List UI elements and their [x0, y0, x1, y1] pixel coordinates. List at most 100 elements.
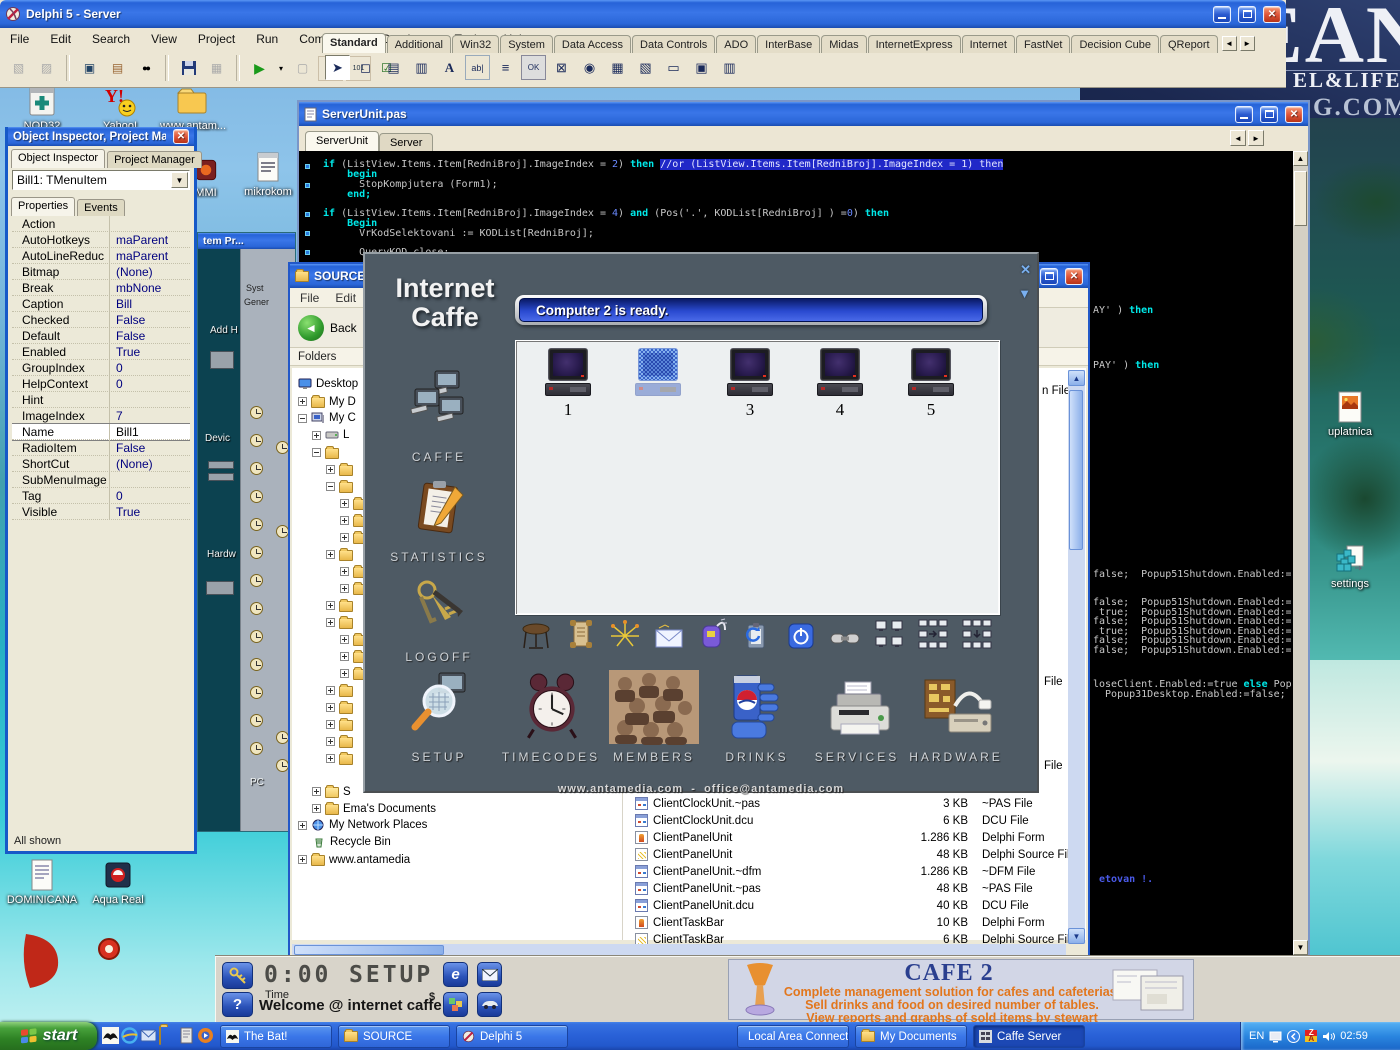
caffe-minimize-icon[interactable]: ▼ [1018, 286, 1031, 301]
property-row[interactable]: AutoLineReducmaParent [12, 248, 190, 264]
property-row[interactable]: Action [12, 216, 190, 232]
tree-item[interactable] [326, 480, 353, 493]
desktop-icon-nod32[interactable]: NOD32 [10, 84, 74, 132]
fragment-titlebar[interactable]: tem Pr... [198, 233, 295, 249]
close-button[interactable] [1285, 106, 1303, 123]
computer-item-4[interactable]: 4 [817, 348, 863, 418]
expand-icon[interactable] [298, 821, 307, 830]
property-row[interactable]: GroupIndex0 [12, 360, 190, 376]
file-row[interactable]: ClientPanelUnit.dcu40 KBDCU File [635, 899, 1029, 912]
toolbar-icon[interactable]: ▧ [6, 56, 31, 81]
tray-clock[interactable]: 02:59 [1340, 1030, 1368, 1042]
computers-group-icon[interactable] [873, 618, 905, 650]
button-icon[interactable]: OK [521, 55, 546, 80]
volume-icon[interactable] [1322, 1030, 1335, 1043]
scroll-up-icon[interactable]: ▲ [1293, 151, 1308, 166]
start-button[interactable]: start [0, 1022, 97, 1050]
scrollbar-thumb[interactable] [1069, 390, 1083, 550]
save-icon[interactable] [176, 56, 201, 81]
copy-icon[interactable]: ▣ [77, 56, 102, 81]
tab-object-inspector[interactable]: Object Inspector [11, 149, 105, 168]
collapse-icon[interactable] [312, 448, 321, 457]
property-row[interactable]: CaptionBill [12, 296, 190, 312]
palette-tab[interactable]: Midas [821, 35, 866, 53]
menu-edit[interactable]: Edit [48, 31, 73, 47]
property-row[interactable]: HelpContext0 [12, 376, 190, 392]
nav-forward-icon[interactable]: ► [1248, 130, 1264, 146]
setup-icon[interactable] [409, 670, 469, 732]
statistics-icon[interactable] [409, 476, 469, 538]
object-selector-combo[interactable]: Bill1: TMenuItem ▼ [12, 170, 190, 190]
scrollbar-icon[interactable]: ▭ [661, 55, 686, 80]
expand-icon[interactable] [326, 618, 335, 627]
back-icon[interactable]: ◄ [298, 315, 324, 341]
property-row[interactable]: Hint [12, 392, 190, 408]
quicklaunch-ie-icon[interactable] [121, 1027, 138, 1044]
combo-dropdown-icon[interactable]: ▼ [171, 172, 188, 188]
menu-view[interactable]: View [149, 31, 179, 47]
pointer-tool-icon[interactable]: ➤ [325, 55, 350, 80]
pause-icon[interactable]: ▢ [290, 56, 315, 81]
desktop-icon-uplatnica[interactable]: uplatnica [1318, 390, 1382, 438]
sidebar-item-logoff[interactable]: LOGOFF [379, 650, 499, 664]
tree-item[interactable] [326, 718, 353, 731]
back-label[interactable]: Back [330, 321, 357, 335]
sidebar-item-caffe[interactable]: CAFFE [379, 450, 499, 464]
tab-project-manager[interactable]: Project Manager [107, 151, 202, 168]
hardware-icon[interactable] [921, 670, 995, 744]
code-scrollbar[interactable]: ▲ ▼ [1293, 151, 1308, 955]
expand-icon[interactable] [326, 720, 335, 729]
run-dropdown-icon[interactable]: ▾ [275, 56, 287, 81]
menu-edit[interactable]: Edit [335, 291, 356, 305]
run-icon[interactable]: ▶ [247, 56, 272, 81]
property-row[interactable]: DefaultFalse [12, 328, 190, 344]
quicklaunch-folder-icon[interactable] [159, 1027, 176, 1044]
quicklaunch-outlook-icon[interactable] [140, 1027, 157, 1044]
tree-item[interactable] [326, 463, 353, 476]
property-row[interactable]: EnabledTrue [12, 344, 190, 360]
file-row[interactable]: ClientClockUnit.dcu6 KBDCU File [635, 814, 1029, 827]
computers-arrange-down-icon[interactable] [961, 618, 993, 650]
taskbar-button-thebat[interactable]: The Bat! [220, 1025, 332, 1048]
expand-icon[interactable] [340, 652, 349, 661]
combobox-icon[interactable]: ▧ [633, 55, 658, 80]
collapse-icon[interactable] [326, 482, 335, 491]
groupbox-icon[interactable]: ▣ [689, 55, 714, 80]
hide-icons-icon[interactable] [1287, 1030, 1300, 1043]
tree-item-ema-documents[interactable]: Ema's Documents [312, 802, 436, 815]
property-row[interactable]: AutoHotkeysmaParent [12, 232, 190, 248]
palette-tab[interactable]: QReport [1160, 35, 1218, 53]
cafe2-banner[interactable]: CAFE 2 Complete management solution for … [728, 959, 1194, 1020]
tree-item[interactable] [326, 735, 353, 748]
menu-search[interactable]: Search [90, 31, 132, 47]
toolbar-icon[interactable]: ▨ [34, 56, 59, 81]
help-icon[interactable]: ? [222, 992, 253, 1017]
palette-tab[interactable]: Standard [322, 33, 386, 53]
palette-tab[interactable]: Decision Cube [1071, 35, 1159, 53]
property-row[interactable]: ShortCut(None) [12, 456, 190, 472]
tray-display-icon[interactable] [1269, 1030, 1282, 1043]
sidebar-item-statistics[interactable]: STATISTICS [379, 550, 499, 564]
palette-tab[interactable]: Win32 [452, 35, 499, 53]
language-indicator[interactable]: EN [1249, 1030, 1264, 1042]
expand-icon[interactable] [326, 754, 335, 763]
expand-icon[interactable] [340, 533, 349, 542]
tree-item[interactable] [326, 752, 353, 765]
members-icon[interactable] [607, 668, 701, 746]
browser-icon[interactable]: e [443, 962, 468, 987]
taskbar-button-lan[interactable]: Local Area Connectio... [737, 1025, 849, 1048]
desktop-icon-mikrokom[interactable]: mikrokom [238, 150, 298, 198]
zonealarm-icon[interactable]: ZA [1305, 1030, 1317, 1042]
expand-icon[interactable] [326, 550, 335, 559]
bottom-item-hardware[interactable]: HARDWARE [896, 750, 1016, 764]
expand-icon[interactable] [326, 737, 335, 746]
checkbox-icon[interactable]: ⊠ [549, 55, 574, 80]
radiobutton-icon[interactable]: ◉ [577, 55, 602, 80]
expand-icon[interactable] [340, 584, 349, 593]
timecodes-icon[interactable] [521, 672, 583, 744]
desktop-icon-dominicana[interactable]: DOMINICANA [4, 858, 80, 906]
property-row[interactable]: ImageIndex7 [12, 408, 190, 424]
expand-icon[interactable] [326, 601, 335, 610]
tab-server[interactable]: Server [379, 133, 433, 151]
edit-icon[interactable]: ab| [465, 55, 490, 80]
